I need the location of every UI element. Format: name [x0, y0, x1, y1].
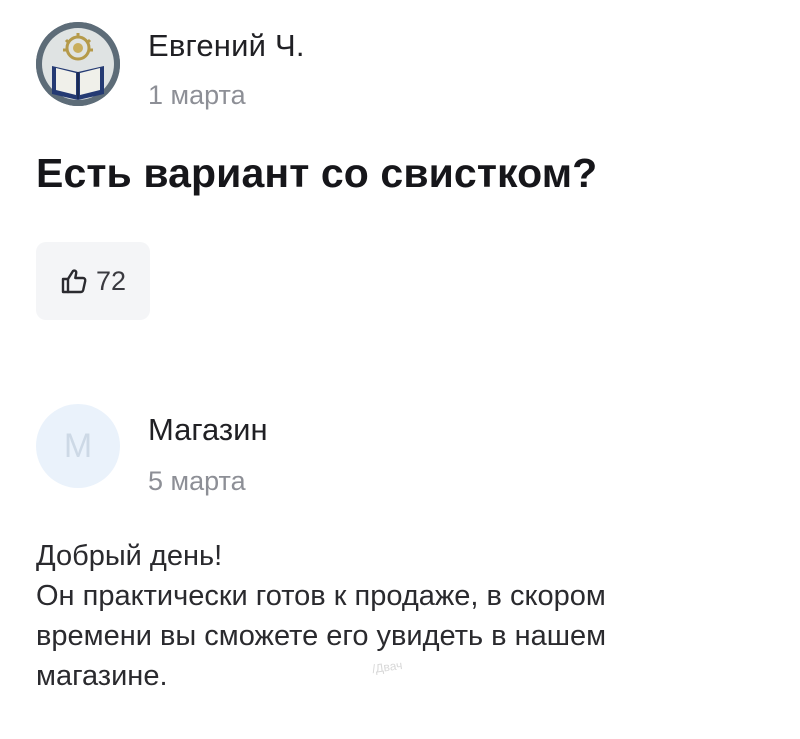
book-emblem-icon: [36, 22, 120, 106]
shop-avatar-letter: М: [63, 426, 93, 465]
thumbs-up-icon: [61, 269, 87, 294]
reply-line: Добрый день!: [36, 540, 223, 572]
reply-line: времени вы сможете его увидеть в нашем: [36, 620, 607, 652]
author-name: Евгений Ч.: [148, 28, 305, 63]
reply-author-row: М Магазин 5 марта: [36, 398, 736, 498]
reply-line: Он практически готов к продаже, в скором: [36, 580, 606, 612]
shop-avatar[interactable]: М: [36, 404, 120, 488]
review-date: 1 марта: [148, 80, 246, 110]
shop-name: Магазин: [148, 412, 268, 447]
review-text: Есть вариант со свистком?: [36, 150, 598, 196]
review-author-row: Евгений Ч. 1 марта: [36, 22, 736, 112]
like-count: 72: [95, 265, 127, 296]
reply-line: магазине.: [36, 660, 168, 692]
avatar[interactable]: [36, 22, 120, 106]
reply-date: 5 марта: [148, 466, 246, 496]
like-button[interactable]: 72: [36, 242, 150, 320]
reply-text: Добрый день! Он практически готов к прод…: [36, 536, 776, 696]
